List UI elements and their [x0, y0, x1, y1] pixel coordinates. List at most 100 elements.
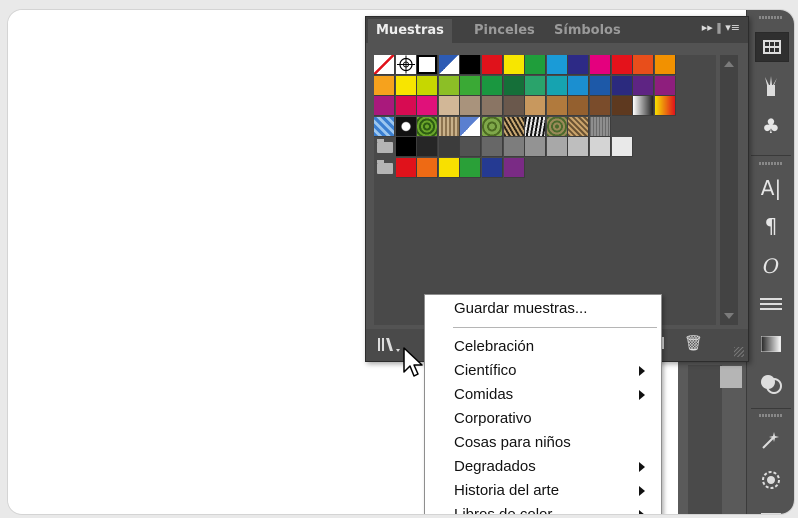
menu-item-historia-del-arte[interactable]: Historia del arte: [425, 479, 661, 503]
swatch-color[interactable]: [611, 137, 633, 157]
menu-item-libros-de-color[interactable]: Libros de color: [425, 503, 661, 514]
swatch-color[interactable]: [503, 75, 525, 96]
swatch-color[interactable]: [395, 157, 417, 178]
swatch-color[interactable]: [438, 75, 460, 96]
swatch-color[interactable]: [417, 55, 439, 75]
swatch-color[interactable]: [503, 55, 525, 75]
swatch-color[interactable]: [568, 55, 590, 75]
swatch-color[interactable]: [438, 55, 460, 75]
menu-item-celebracion[interactable]: Celebración: [425, 335, 661, 359]
swatch-color[interactable]: [611, 55, 633, 75]
swatch-color[interactable]: [590, 75, 611, 96]
swatch-color[interactable]: [525, 75, 547, 96]
dock-grip[interactable]: [759, 414, 783, 417]
trash-icon[interactable]: 🗑: [684, 334, 703, 352]
swatch-pattern[interactable]: [568, 116, 590, 137]
swatch-color[interactable]: [546, 55, 568, 75]
opentype-icon[interactable]: O: [755, 252, 787, 280]
dock-grip[interactable]: [759, 16, 783, 19]
tab-swatches[interactable]: Muestras: [368, 19, 452, 43]
menu-item-cientifico[interactable]: Científico: [425, 359, 661, 383]
swatch-color[interactable]: [590, 96, 611, 116]
menu-item-corporativo[interactable]: Corporativo: [425, 407, 661, 431]
swatch-pattern[interactable]: [546, 116, 568, 137]
swatch-color[interactable]: [611, 75, 633, 96]
stroke-icon[interactable]: [755, 290, 787, 318]
swatch-color[interactable]: [611, 96, 633, 116]
swatch-pattern[interactable]: [525, 116, 547, 137]
swatch-color[interactable]: [590, 55, 611, 75]
swatch-color[interactable]: [654, 55, 676, 75]
swatch-color[interactable]: [546, 137, 568, 157]
swatch-color[interactable]: [633, 75, 655, 96]
scroll-thumb[interactable]: [720, 366, 742, 388]
swatch-pattern[interactable]: [417, 116, 439, 137]
swatch-color[interactable]: [525, 96, 547, 116]
swatch-color[interactable]: [438, 157, 460, 178]
menu-item-save-swatches[interactable]: Guardar muestras...: [425, 297, 661, 321]
gradient-icon[interactable]: [755, 330, 787, 358]
dock-grip[interactable]: [759, 162, 783, 165]
swatch-color[interactable]: [460, 157, 482, 178]
swatch-gradient[interactable]: [654, 96, 676, 116]
tab-symbols[interactable]: Símbolos: [546, 19, 629, 43]
panel-menu-icon[interactable]: ▸▸ ‖ ▾≡: [702, 21, 740, 34]
scroll-down-icon[interactable]: [724, 313, 734, 319]
magic-wand-icon[interactable]: [755, 426, 787, 454]
swatch-pattern[interactable]: [374, 116, 395, 137]
swatch-none[interactable]: [374, 55, 395, 75]
swatch-color[interactable]: [417, 96, 439, 116]
swatches-panel-icon[interactable]: [755, 32, 789, 62]
swatch-gradient[interactable]: [633, 96, 655, 116]
swatch-color[interactable]: [395, 137, 417, 157]
swatch-color[interactable]: [546, 96, 568, 116]
swatch-color[interactable]: [525, 55, 547, 75]
swatch-color[interactable]: [482, 55, 503, 75]
panel-scrollbar[interactable]: [720, 55, 738, 325]
symbols-icon[interactable]: ♣: [755, 112, 787, 140]
swatch-color[interactable]: [633, 55, 655, 75]
brushes-icon[interactable]: [755, 72, 787, 100]
transparency-icon[interactable]: [755, 370, 787, 398]
swatch-color[interactable]: [460, 96, 482, 116]
resize-grip[interactable]: [734, 347, 744, 357]
menu-item-cosas-para-ninos[interactable]: Cosas para niños: [425, 431, 661, 455]
paragraph-icon[interactable]: ¶: [755, 212, 787, 240]
swatch-color[interactable]: [525, 137, 547, 157]
swatch-color[interactable]: [482, 96, 503, 116]
scroll-up-icon[interactable]: [724, 61, 734, 67]
swatch-color[interactable]: [546, 75, 568, 96]
character-icon[interactable]: A|: [755, 174, 787, 202]
swatch-color[interactable]: [395, 75, 417, 96]
menu-item-degradados[interactable]: Degradados: [425, 455, 661, 479]
tab-brushes[interactable]: Pinceles: [466, 19, 543, 43]
swatch-color[interactable]: [438, 137, 460, 157]
swatch-color[interactable]: [482, 137, 503, 157]
color-group-folder-icon[interactable]: [374, 157, 395, 178]
swatch-color[interactable]: [590, 137, 611, 157]
swatch-color[interactable]: [374, 96, 395, 116]
swatch-color[interactable]: [482, 75, 503, 96]
swatch-color[interactable]: [417, 157, 439, 178]
swatch-color[interactable]: [482, 157, 503, 178]
swatch-color[interactable]: [374, 75, 395, 96]
swatch-color[interactable]: [417, 75, 439, 96]
swatch-color[interactable]: [438, 96, 460, 116]
color-group-folder-icon[interactable]: [374, 137, 395, 157]
swatch-color[interactable]: [460, 75, 482, 96]
layers-icon[interactable]: [755, 504, 787, 514]
swatch-registration[interactable]: [395, 55, 417, 75]
swatch-pattern[interactable]: [460, 116, 482, 137]
swatch-color[interactable]: [460, 55, 482, 75]
menu-item-comidas[interactable]: Comidas: [425, 383, 661, 407]
horizontal-scroll-track[interactable]: [688, 365, 722, 514]
swatch-pattern[interactable]: [503, 116, 525, 137]
swatch-color[interactable]: [503, 157, 525, 178]
swatch-pattern[interactable]: [438, 116, 460, 137]
swatch-color[interactable]: [503, 96, 525, 116]
swatch-color[interactable]: [460, 137, 482, 157]
swatch-color[interactable]: [395, 96, 417, 116]
swatch-color[interactable]: [568, 96, 590, 116]
swatch-pattern[interactable]: [395, 116, 417, 137]
swatch-color[interactable]: [654, 75, 676, 96]
